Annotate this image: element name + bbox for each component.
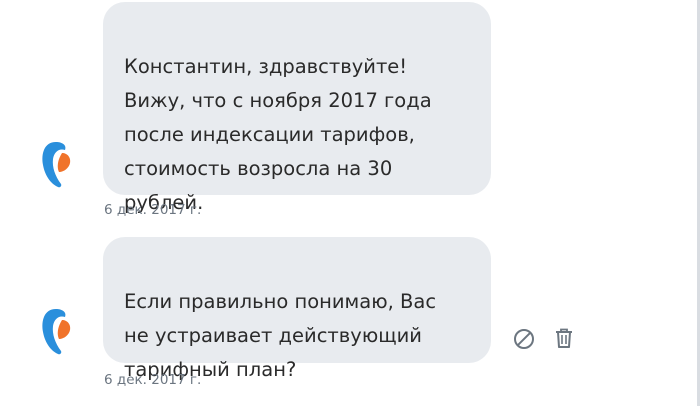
- rostelecom-logo-icon: [42, 309, 71, 355]
- trash-icon[interactable]: [552, 326, 576, 350]
- message-bubble: Константин, здравствуйте! Вижу, что с но…: [103, 2, 491, 214]
- message-timestamp: 6 дек. 2017 г.: [104, 202, 202, 218]
- message-timestamp: 6 дек. 2017 г.: [104, 372, 202, 388]
- message-text: Если правильно понимаю, Вас не устраивае…: [124, 290, 437, 381]
- chat-window: Константин, здравствуйте! Вижу, что с но…: [0, 0, 700, 406]
- message-text: Константин, здравствуйте! Вижу, что с но…: [124, 55, 432, 214]
- rostelecom-logo-icon: [42, 142, 71, 188]
- message-bubble: Если правильно понимаю, Вас не устраивае…: [103, 237, 491, 381]
- block-icon[interactable]: [512, 327, 536, 351]
